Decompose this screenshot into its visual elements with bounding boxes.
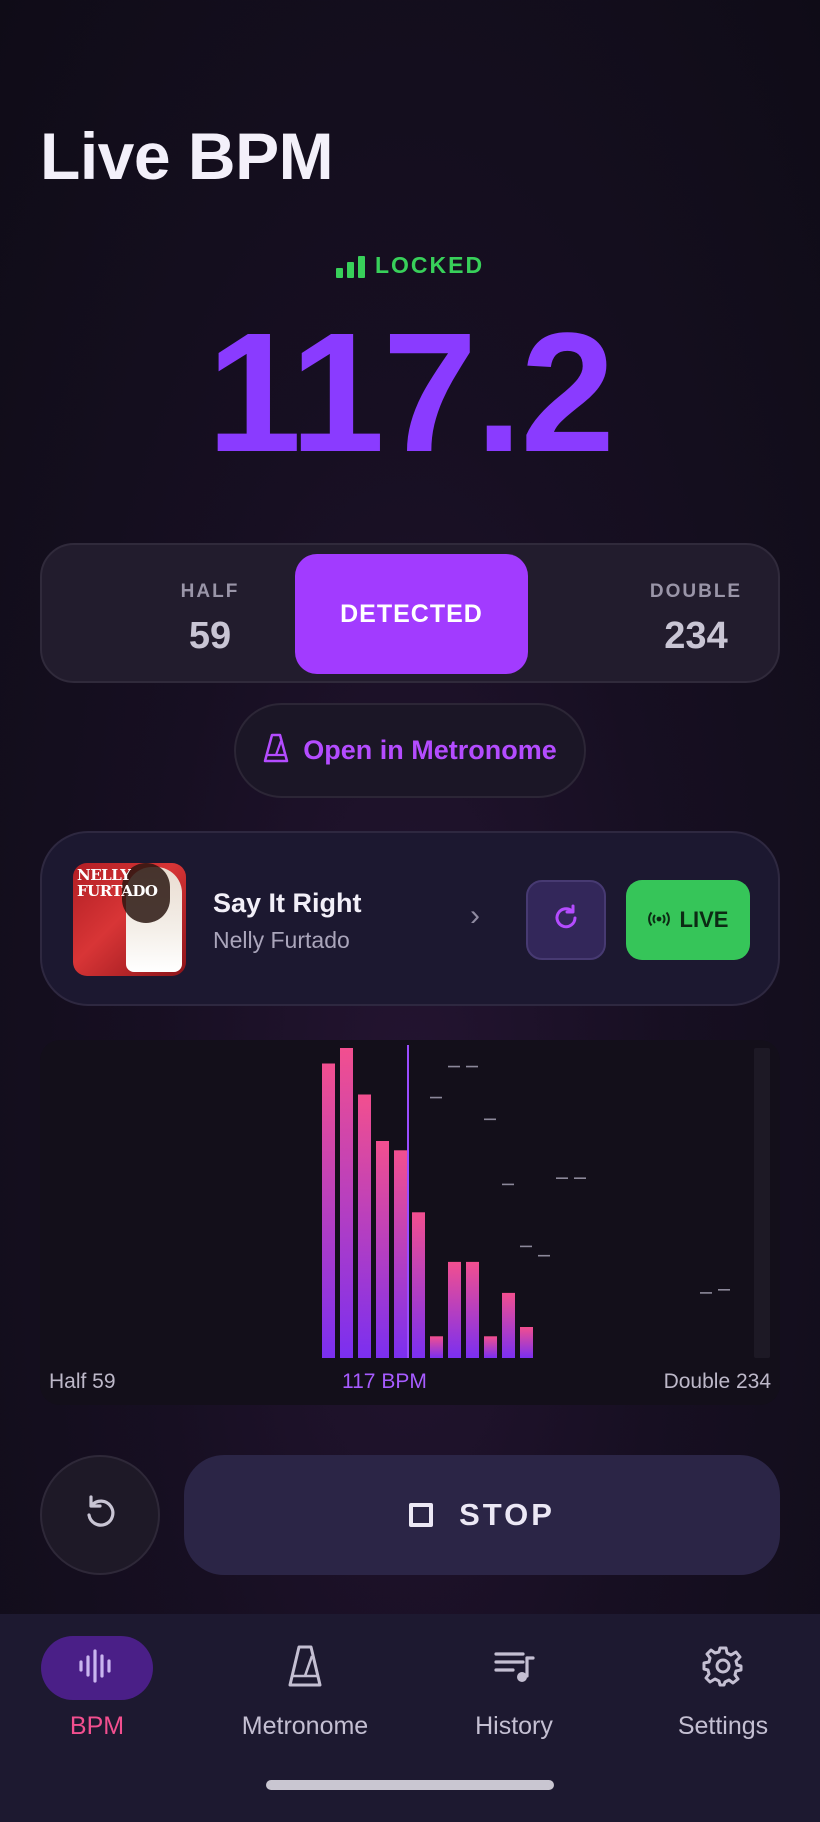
waveform-icon	[77, 1648, 117, 1688]
double-label: DOUBLE	[649, 581, 743, 602]
tempo-multiplier-selector: HALF 59 DETECTED DOUBLE 234	[40, 543, 780, 683]
signal-bars-icon	[335, 254, 365, 278]
histogram-bar	[340, 1048, 353, 1358]
histogram-bar	[466, 1261, 479, 1358]
lock-status: LOCKED	[0, 252, 820, 279]
refresh-button[interactable]	[526, 880, 606, 960]
half-option[interactable]: HALF 59	[100, 545, 320, 681]
detected-option[interactable]: DETECTED	[295, 554, 528, 674]
chevron-right-icon[interactable]: ›	[470, 899, 480, 933]
nav-label-metronome: Metronome	[241, 1712, 369, 1740]
metronome-icon	[287, 1644, 323, 1693]
nav-item-history[interactable]: History	[414, 1636, 614, 1741]
broadcast-icon	[647, 907, 670, 933]
histogram-bar	[412, 1212, 425, 1358]
live-button[interactable]: LIVE	[626, 880, 750, 960]
double-value: 234	[664, 615, 728, 657]
nav-item-settings[interactable]: Settings	[623, 1636, 820, 1741]
open-in-metronome-label: Open in Metronome	[303, 735, 557, 765]
album-art: NELLY FURTADO	[73, 863, 186, 976]
stop-label: STOP	[459, 1497, 555, 1532]
histogram-bar	[394, 1150, 407, 1358]
home-indicator[interactable]	[266, 1780, 554, 1790]
half-label: HALF	[180, 581, 240, 602]
nav-item-metronome[interactable]: Metronome	[205, 1636, 405, 1741]
histogram-bar	[502, 1292, 515, 1358]
histogram-bar	[520, 1327, 533, 1358]
reset-button[interactable]	[40, 1455, 160, 1575]
bottom-navigation: BPM Metronome History Settings	[0, 1614, 820, 1822]
histogram-bar	[358, 1094, 371, 1358]
histogram-bar	[484, 1336, 497, 1358]
gear-icon	[702, 1645, 744, 1692]
stop-square-icon	[409, 1503, 434, 1527]
half-value: 59	[188, 615, 232, 657]
metronome-icon	[263, 733, 289, 768]
now-playing-card: NELLY FURTADO Say It Right Nelly Furtado…	[40, 831, 780, 1006]
nav-label-settings: Settings	[677, 1712, 769, 1740]
reset-icon	[80, 1493, 120, 1538]
tempo-histogram: Half 59 117 BPM Double 234	[40, 1040, 780, 1405]
page-title: Live BPM	[40, 119, 334, 193]
playlist-icon	[493, 1648, 535, 1689]
histogram-plot	[322, 1045, 730, 1358]
double-option[interactable]: DOUBLE 234	[586, 545, 806, 681]
histogram-bar	[448, 1261, 461, 1358]
lock-label: LOCKED	[374, 252, 485, 278]
detected-label: DETECTED	[340, 599, 483, 628]
open-in-metronome-button[interactable]: Open in Metronome	[234, 703, 586, 798]
histogram-center-label: 117 BPM	[342, 1370, 427, 1393]
refresh-icon	[551, 903, 581, 938]
nav-item-bpm[interactable]: BPM	[0, 1636, 197, 1741]
track-title[interactable]: Say It Right	[213, 888, 362, 919]
nav-label-bpm: BPM	[69, 1712, 125, 1740]
album-art-logo: NELLY FURTADO	[77, 866, 158, 900]
histogram-bar	[376, 1141, 389, 1358]
bpm-value: 117.2	[206, 298, 615, 488]
histogram-bar	[322, 1063, 335, 1358]
histogram-double-label: Double 234	[663, 1370, 771, 1393]
histogram-half-label: Half 59	[49, 1370, 116, 1393]
stop-button[interactable]: STOP	[184, 1455, 780, 1575]
histogram-bar	[430, 1336, 443, 1358]
nav-label-history: History	[475, 1712, 553, 1740]
track-artist[interactable]: Nelly Furtado	[213, 927, 350, 954]
live-label: LIVE	[679, 907, 729, 932]
histogram-scrollbar[interactable]	[754, 1048, 770, 1358]
